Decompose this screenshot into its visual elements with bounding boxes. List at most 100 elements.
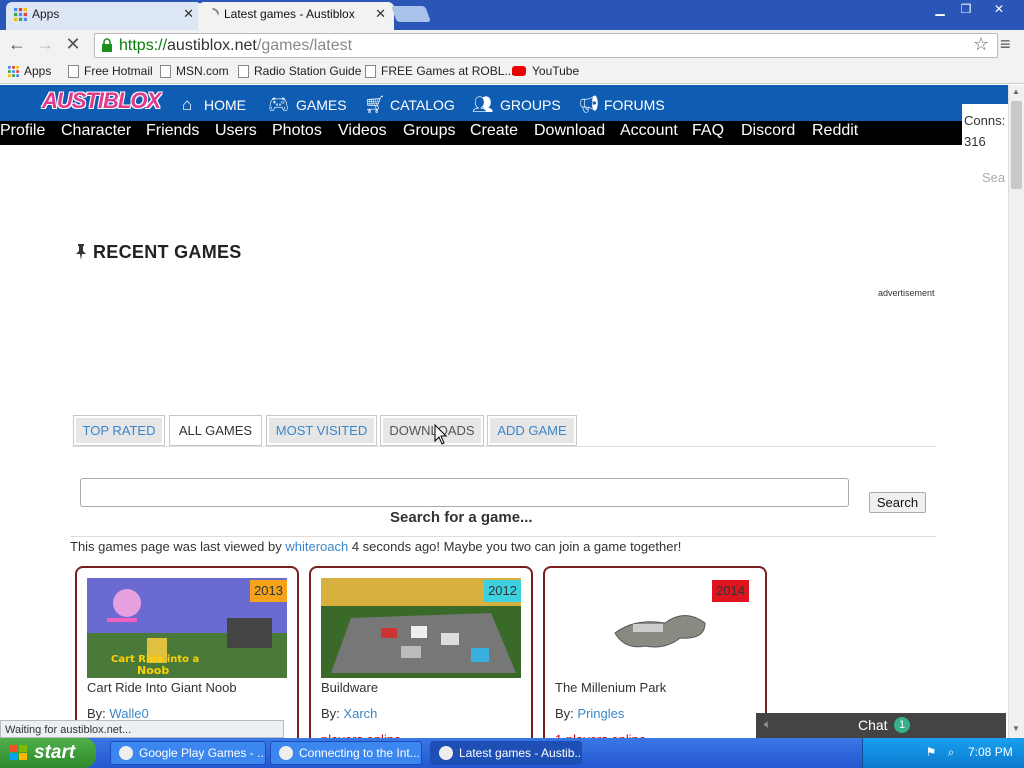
game-title[interactable]: Buildware xyxy=(321,680,378,695)
bookmark-apps[interactable]: Apps xyxy=(8,64,51,78)
author-link[interactable]: Walle0 xyxy=(109,706,148,721)
nav-home[interactable]: ⌂ HOME xyxy=(182,95,246,114)
start-button[interactable]: start xyxy=(0,738,96,768)
restore-icon[interactable]: ❐ xyxy=(954,2,978,18)
subnav-videos[interactable]: Videos xyxy=(338,122,387,140)
scroll-down-icon[interactable]: ▼ xyxy=(1012,724,1020,733)
site-search-cutoff[interactable]: Sea xyxy=(982,170,1006,185)
task-label: Connecting to the Int... xyxy=(299,746,420,760)
subnav-profile[interactable]: Profile xyxy=(0,122,45,140)
search-icon[interactable]: ⌕ xyxy=(944,745,958,759)
page-title: RECENT GAMES xyxy=(93,242,242,262)
tab-latest-games[interactable]: Latest games - Austiblox ✕ xyxy=(198,2,394,30)
bookmarks-bar: Apps Free Hotmail MSN.com Radio Station … xyxy=(0,60,1024,84)
game-title[interactable]: Cart Ride Into Giant Noob xyxy=(87,680,237,695)
task-label: Google Play Games - ... xyxy=(139,746,266,760)
game-card[interactable]: Cart Ride into a Noob 2013 Cart Ride Int… xyxy=(75,566,299,746)
tab-downloads[interactable]: DOWNLOADS xyxy=(380,415,484,446)
author-link[interactable]: Xarch xyxy=(343,706,377,721)
nav-forums[interactable]: 📢︎ FORUMS xyxy=(578,95,665,114)
bookmark-free-hotmail[interactable]: Free Hotmail xyxy=(68,64,153,78)
by-label: By: xyxy=(321,706,340,721)
search-button[interactable]: Search xyxy=(869,492,926,513)
subnav-faq[interactable]: FAQ xyxy=(692,122,724,140)
subnav-reddit[interactable]: Reddit xyxy=(812,122,858,140)
scrollbar-thumb[interactable] xyxy=(1011,101,1022,189)
lock-icon xyxy=(102,38,112,52)
browser-toolbar: ← → ✕ https://austiblox.net/games/latest… xyxy=(0,30,1024,60)
by-label: By: xyxy=(555,706,574,721)
subnav-friends[interactable]: Friends xyxy=(146,122,199,140)
game-search-input[interactable] xyxy=(80,478,849,507)
pushpin-icon xyxy=(76,244,86,260)
chrome-menu-icon[interactable]: ≡ xyxy=(1000,34,1011,55)
bookmark-radio-station-guide[interactable]: Radio Station Guide xyxy=(238,64,361,78)
speaker-icon[interactable]: 🔈︎ xyxy=(764,717,771,732)
close-tab-icon[interactable]: ✕ xyxy=(375,2,386,26)
start-label: start xyxy=(34,742,76,763)
subnav-photos[interactable]: Photos xyxy=(272,122,322,140)
subnav-discord[interactable]: Discord xyxy=(741,122,795,140)
subnav-character[interactable]: Character xyxy=(61,122,131,140)
bookmark-label: Apps xyxy=(24,64,52,78)
bookmark-label: MSN.com xyxy=(176,64,229,78)
minimize-icon[interactable]: ▁ xyxy=(928,2,952,18)
game-author: By: Pringles xyxy=(555,706,624,721)
window-close-icon[interactable]: ✕ xyxy=(984,2,1014,18)
divider xyxy=(72,446,936,447)
close-tab-icon[interactable]: ✕ xyxy=(183,2,194,26)
chrome-icon xyxy=(439,746,453,760)
subnav-users[interactable]: Users xyxy=(215,122,257,140)
bookmark-free-games[interactable]: FREE Games at ROBL... xyxy=(365,64,514,78)
page-scrollbar[interactable]: ▲ ▼ xyxy=(1008,85,1024,738)
tab-apps[interactable]: Apps ✕ xyxy=(6,2,202,30)
site-logo[interactable]: AUSTIBLOX xyxy=(42,88,161,114)
nav-groups[interactable]: 👥︎ GROUPS xyxy=(472,95,561,114)
author-link[interactable]: Pringles xyxy=(577,706,624,721)
url-scheme: https:// xyxy=(119,37,168,54)
nav-label: GAMES xyxy=(296,97,347,113)
back-arrow-icon[interactable]: ← xyxy=(6,34,28,56)
subnav-groups[interactable]: Groups xyxy=(403,122,455,140)
divider xyxy=(70,536,936,537)
last-viewer-link[interactable]: whiteroach xyxy=(285,539,348,554)
megaphone-icon: 📢︎ xyxy=(578,95,600,114)
game-card[interactable]: 2012 Buildware By: Xarch players online xyxy=(309,566,533,746)
stop-loading-icon[interactable]: ✕ xyxy=(62,34,84,56)
nav-catalog[interactable]: 🛒︎ CATALOG xyxy=(364,95,455,114)
bookmark-msn[interactable]: MSN.com xyxy=(160,64,229,78)
nav-label: FORUMS xyxy=(604,97,665,113)
tab-top-rated[interactable]: TOP RATED xyxy=(73,415,165,446)
apps-grid-icon xyxy=(8,66,19,77)
tab-add-game[interactable]: ADD GAME xyxy=(487,415,577,446)
forward-arrow-icon[interactable]: → xyxy=(34,34,56,56)
bookmark-label: Radio Station Guide xyxy=(254,64,362,78)
page-icon xyxy=(68,65,79,78)
subnav-account[interactable]: Account xyxy=(620,122,678,140)
nav-games[interactable]: 🎮︎ GAMES xyxy=(268,95,347,114)
tab-most-visited[interactable]: MOST VISITED xyxy=(266,415,377,446)
chat-bar[interactable]: 🔈︎ Chat 1 xyxy=(756,713,1006,738)
taskbar-item-google-play[interactable]: Google Play Games - ... xyxy=(110,741,266,765)
network-icon xyxy=(279,746,293,760)
game-author: By: Walle0 xyxy=(87,706,149,721)
scroll-up-icon[interactable]: ▲ xyxy=(1012,87,1020,96)
tab-all-games[interactable]: ALL GAMES xyxy=(169,415,262,446)
new-tab-button[interactable] xyxy=(391,6,431,22)
chrome-icon xyxy=(119,746,133,760)
network-tray-icon[interactable]: ⚑ xyxy=(924,745,938,759)
taskbar-item-latest-games[interactable]: Latest games - Austib... xyxy=(430,741,582,765)
notice-prefix: This games page was last viewed by xyxy=(70,539,282,554)
mouse-cursor-icon xyxy=(434,424,448,445)
page-icon xyxy=(238,65,249,78)
subnav-create[interactable]: Create xyxy=(470,122,518,140)
chat-count-badge: 1 xyxy=(894,717,910,733)
by-label: By: xyxy=(87,706,106,721)
game-title[interactable]: The Millenium Park xyxy=(555,680,666,695)
taskbar-item-connecting[interactable]: Connecting to the Int... xyxy=(270,741,422,765)
address-bar[interactable]: https://austiblox.net/games/latest ☆ xyxy=(94,33,998,58)
bookmark-star-icon[interactable]: ☆ xyxy=(973,34,989,55)
subnav-download[interactable]: Download xyxy=(534,122,605,140)
game-card[interactable]: 2014 The Millenium Park By: Pringles 1 p… xyxy=(543,566,767,746)
bookmark-youtube[interactable]: YouTube xyxy=(512,64,579,78)
